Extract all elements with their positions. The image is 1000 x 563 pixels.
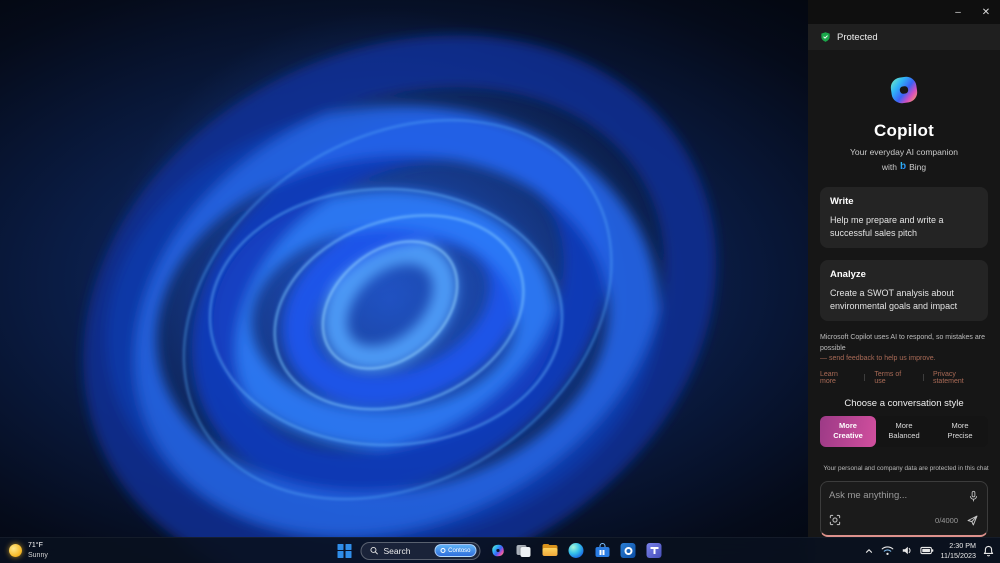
edge-swirl <box>568 543 584 558</box>
system-tray: 2:30 PM 11/15/2023 <box>864 538 994 563</box>
style-more-balanced[interactable]: More Balanced <box>876 416 932 447</box>
style-label-line2: Precise <box>947 431 973 441</box>
shield-check-icon <box>821 32 830 42</box>
style-more-precise[interactable]: More Precise <box>932 416 988 447</box>
windows-logo-icon <box>345 543 352 550</box>
weather-widget[interactable]: 71°F Sunny <box>9 538 48 563</box>
microsoft-store-icon[interactable] <box>594 542 611 559</box>
style-label-line1: More <box>951 420 969 430</box>
folder-front <box>542 547 558 556</box>
notification-bell-icon[interactable] <box>983 545 994 557</box>
copilot-logo <box>820 68 988 112</box>
task-view-icon[interactable] <box>516 542 533 559</box>
search-label: Search <box>383 545 411 556</box>
windows-logo-icon <box>345 551 352 558</box>
sunny-icon <box>9 544 22 557</box>
copilot-sidebar: – ✕ Protected Copilot Your everyday AI c… <box>808 0 1000 563</box>
screenshot-capture-icon[interactable] <box>829 514 841 526</box>
terms-of-use-link[interactable]: Terms of use <box>874 371 914 385</box>
style-more-creative[interactable]: More Creative <box>820 415 876 447</box>
store-windows-flag <box>599 549 605 555</box>
search-icon <box>370 546 378 555</box>
copilot-logo-icon <box>890 76 918 104</box>
ai-disclaimer: Microsoft Copilot uses AI to respond, so… <box>820 333 988 365</box>
minimize-button[interactable]: – <box>944 0 972 24</box>
disclaimer-line1: Microsoft Copilot uses AI to respond, so… <box>820 334 985 352</box>
with-bing-row: with b Bing <box>820 161 988 173</box>
outlook-o-ring <box>624 546 632 555</box>
contoso-badge[interactable]: Contoso <box>434 544 477 557</box>
start-button[interactable] <box>337 543 352 558</box>
card-text: Create a SWOT analysis about environment… <box>830 288 958 311</box>
copilot-tagline: Your everyday AI companion <box>850 147 958 157</box>
taskbar: 71°F Sunny Search Contoso 2:30 PM 11/15/… <box>0 537 1000 563</box>
bing-label: Bing <box>909 162 927 172</box>
weather-condition: Sunny <box>28 551 48 559</box>
link-divider <box>923 374 924 382</box>
send-icon[interactable] <box>966 514 979 527</box>
learn-more-link[interactable]: Learn more <box>820 371 855 385</box>
sidebar-titlebar: – ✕ <box>808 0 1000 24</box>
conversation-style-picker: More Creative More Balanced More Precise <box>820 415 988 447</box>
suggestion-card-write[interactable]: Write Help me prepare and write a succes… <box>820 187 988 249</box>
copilot-title: Copilot <box>874 121 934 140</box>
send-feedback-link[interactable]: — send feedback to help us improve. <box>820 355 936 362</box>
clock[interactable]: 2:30 PM 11/15/2023 <box>941 541 976 560</box>
privacy-statement-link[interactable]: Privacy statement <box>933 371 988 385</box>
style-label-line2: Balanced <box>888 431 920 441</box>
char-counter: 0/4000 <box>935 515 958 525</box>
edge-browser-icon[interactable] <box>568 542 585 559</box>
teams-t-stem <box>653 547 655 554</box>
protected-badge[interactable]: Protected <box>808 24 1000 50</box>
ask-me-anything-input[interactable] <box>829 489 962 501</box>
clock-date: 11/15/2023 <box>940 550 976 560</box>
copilot-panel-body: Copilot Your everyday AI companion with … <box>808 50 1000 563</box>
contoso-badge-icon <box>440 548 446 553</box>
style-label-line1: More <box>839 420 857 430</box>
legal-links: Learn more Terms of use Privacy statemen… <box>820 371 988 385</box>
bing-logo-icon: b <box>900 161 907 172</box>
contoso-badge-label: Contoso <box>448 547 471 554</box>
wifi-icon[interactable] <box>881 545 894 556</box>
style-label-line2: Creative <box>833 431 863 441</box>
task-view-front-pane <box>520 547 531 557</box>
tray-chevron-up-icon[interactable] <box>864 546 874 556</box>
data-protection-note: Your personal and company data are prote… <box>820 465 988 473</box>
windows-logo-icon <box>337 551 344 558</box>
conversation-style-heading: Choose a conversation style <box>844 397 964 409</box>
taskbar-copilot-icon[interactable] <box>490 542 507 559</box>
taskbar-center: Search Contoso <box>337 538 663 563</box>
copilot-icon <box>492 544 504 557</box>
data-protection-text: Your personal and company data are prote… <box>823 465 989 473</box>
protected-label: Protected <box>837 31 878 43</box>
search-box[interactable]: Search Contoso <box>360 541 481 560</box>
suggestion-cards: Write Help me prepare and write a succes… <box>820 187 988 322</box>
battery-icon[interactable] <box>919 546 934 555</box>
file-explorer-icon[interactable] <box>542 542 559 559</box>
outlook-icon[interactable] <box>620 542 637 559</box>
chat-input-box[interactable]: 0/4000 <box>820 480 988 537</box>
windows-logo-icon <box>337 543 344 550</box>
with-label: with <box>881 162 897 172</box>
microphone-icon[interactable] <box>968 490 979 503</box>
close-button[interactable]: ✕ <box>972 0 1000 24</box>
card-title: Write <box>830 196 854 207</box>
suggestion-card-analyze[interactable]: Analyze Create a SWOT analysis about env… <box>820 260 988 322</box>
volume-icon[interactable] <box>901 545 913 556</box>
teams-icon[interactable] <box>646 542 663 559</box>
clock-time: 2:30 PM <box>949 540 976 550</box>
style-label-line1: More <box>895 420 913 430</box>
card-title: Analyze <box>830 269 866 281</box>
weather-temperature: 71°F <box>28 542 43 550</box>
card-text: Help me prepare and write a successful s… <box>830 215 944 238</box>
link-divider <box>864 374 866 382</box>
